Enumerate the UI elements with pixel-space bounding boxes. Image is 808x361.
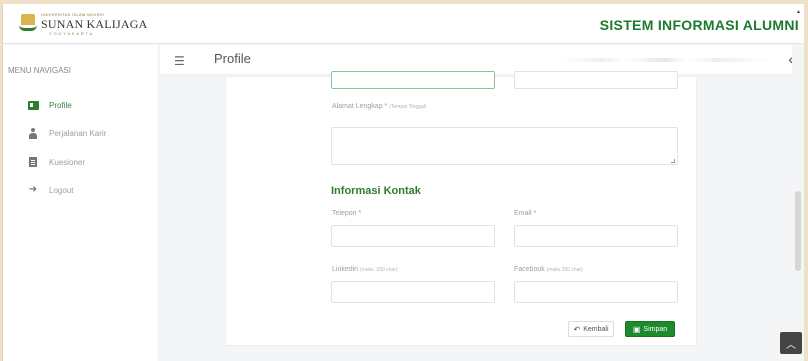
window-tick: ▴ — [796, 9, 800, 15]
floppy-disk-icon: ▣ — [632, 324, 641, 334]
app-title: SISTEM INFORMASI ALUMNI — [599, 17, 799, 33]
phone-label: Telepon * — [332, 210, 362, 217]
phone-input[interactable] — [331, 225, 495, 247]
profile-form-card: Alamat Lengkap * (Tempat Tinggal) Inform… — [225, 71, 697, 346]
page-title: Profile — [214, 51, 251, 66]
save-button[interactable]: ▣ Simpan — [625, 321, 675, 337]
save-button-label: Simpan — [643, 325, 668, 333]
logo-main-text: SUNAN KALIJAGA — [41, 17, 148, 31]
email-label: Email * — [514, 210, 537, 217]
address-label: Alamat Lengkap * (Tempat Tinggal) — [332, 103, 427, 110]
sidebar-item-label: Profile — [49, 100, 72, 110]
sidebar-item-logout[interactable]: ➜ Logout — [27, 182, 74, 198]
back-button-label: Kembali — [583, 325, 609, 333]
sidebar-item-label: Perjalanan Karir — [49, 128, 107, 138]
logout-icon: ➜ — [28, 184, 38, 195]
app-header: UNIVERSITAS ISLAM NEGERI SUNAN KALIJAGA … — [3, 4, 804, 44]
menu-header: MENU NAVIGASI — [8, 66, 71, 75]
university-logo[interactable]: UNIVERSITAS ISLAM NEGERI SUNAN KALIJAGA … — [19, 12, 159, 38]
logo-sub-text: YOGYAKARTA — [49, 31, 94, 36]
facebook-input[interactable] — [514, 281, 678, 303]
sidebar-item-profile[interactable]: Profile — [27, 97, 72, 113]
contact-section-title: Informasi Kontak — [331, 185, 421, 197]
previous-field-left[interactable] — [331, 71, 495, 89]
sidebar: MENU NAVIGASI Profile Perjalanan Karir K… — [3, 45, 159, 361]
scrollbar-thumb[interactable] — [795, 191, 801, 271]
logo-emblem-icon — [19, 14, 37, 34]
resize-grip-icon[interactable] — [671, 159, 675, 163]
undo-icon: ↶ — [573, 324, 581, 334]
topbar-blurred-area — [560, 58, 770, 62]
id-card-icon — [27, 99, 39, 111]
sidebar-item-perjalanan-karir[interactable]: Perjalanan Karir — [27, 125, 106, 141]
document-icon — [27, 156, 39, 168]
page-scrollbar[interactable] — [792, 45, 804, 361]
chevron-up-icon: ︿ — [786, 339, 796, 351]
linkedin-label: Linkedin (maks. 250 char) — [332, 266, 398, 273]
facebook-label: Facebook (maks 250 char) — [514, 266, 583, 273]
sidebar-item-label: Kuesioner — [49, 157, 86, 167]
user-icon — [27, 127, 39, 139]
address-textarea[interactable] — [331, 127, 678, 165]
scroll-to-top-button[interactable]: ︿ — [780, 332, 802, 354]
back-button[interactable]: ↶ Kembali — [568, 321, 614, 337]
email-input[interactable] — [514, 225, 678, 247]
sidebar-item-kuesioner[interactable]: Kuesioner — [27, 154, 85, 170]
hamburger-icon[interactable]: ☰ — [174, 54, 185, 68]
sidebar-item-label: Logout — [49, 185, 74, 195]
linkedin-input[interactable] — [331, 281, 495, 303]
app-window: UNIVERSITAS ISLAM NEGERI SUNAN KALIJAGA … — [2, 4, 804, 361]
previous-field-right[interactable] — [514, 71, 678, 89]
